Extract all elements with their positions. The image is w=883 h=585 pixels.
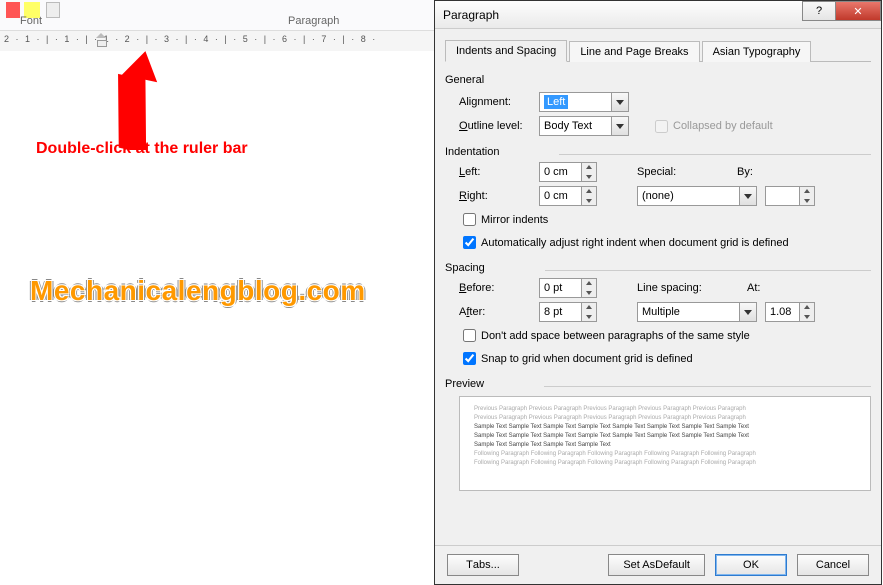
spinner-icon[interactable] bbox=[799, 303, 814, 321]
at-input[interactable]: 1.08 bbox=[765, 302, 815, 322]
document-page[interactable] bbox=[14, 170, 414, 570]
ok-button[interactable]: OK bbox=[715, 554, 787, 576]
chevron-down-icon[interactable] bbox=[739, 303, 756, 321]
title-bar[interactable]: Paragraph ? ✕ bbox=[435, 1, 881, 29]
mirror-indents-checkbox[interactable] bbox=[463, 213, 476, 226]
at-label: At: bbox=[747, 282, 797, 294]
paragraph-dialog: Paragraph ? ✕ Indents and Spacing Line a… bbox=[434, 0, 882, 585]
spinner-icon[interactable] bbox=[581, 163, 596, 181]
indent-right-input[interactable]: 0 cm bbox=[539, 186, 597, 206]
before-label: Before: bbox=[459, 282, 539, 294]
cancel-button[interactable]: Cancel bbox=[797, 554, 869, 576]
alignment-value: Left bbox=[544, 95, 568, 109]
after-input[interactable]: 8 pt bbox=[539, 302, 597, 322]
before-input[interactable]: 0 pt bbox=[539, 278, 597, 298]
annotation-callout: Double-click at the ruler bar bbox=[36, 140, 248, 158]
tab-line-page-breaks[interactable]: Line and Page Breaks bbox=[569, 41, 699, 62]
line-spacing-select[interactable]: Multiple bbox=[637, 302, 757, 322]
by-input[interactable] bbox=[765, 186, 815, 206]
line-spacing-value: Multiple bbox=[642, 306, 680, 318]
indent-marker-icon[interactable] bbox=[96, 33, 106, 47]
dont-add-space-checkbox[interactable] bbox=[463, 329, 476, 342]
auto-right-indent-checkbox[interactable] bbox=[463, 236, 476, 249]
dialog-button-bar: Tabs... Set As Default OK Cancel bbox=[435, 545, 881, 584]
ruler[interactable]: 2 · 1 · | · 1 · | · 1 · 2 · | · 3 · | · … bbox=[0, 31, 434, 51]
dont-add-space-label: Don't add space between paragraphs of th… bbox=[481, 330, 750, 342]
snap-grid-checkbox[interactable] bbox=[463, 352, 476, 365]
chevron-down-icon[interactable] bbox=[611, 117, 628, 135]
special-label: Special: bbox=[637, 166, 737, 178]
indent-right-label: Right: bbox=[459, 190, 539, 202]
close-button[interactable]: ✕ bbox=[835, 1, 881, 21]
alignment-select[interactable]: Left bbox=[539, 92, 629, 112]
dialog-tabs: Indents and Spacing Line and Page Breaks… bbox=[445, 37, 871, 62]
tab-indents-spacing[interactable]: Indents and Spacing bbox=[445, 40, 567, 62]
collapsed-label: Collapsed by default bbox=[673, 120, 773, 132]
font-color-swatch[interactable] bbox=[6, 2, 20, 18]
ribbon-bar: Font Paragraph bbox=[0, 0, 434, 31]
special-select[interactable]: (none) bbox=[637, 186, 757, 206]
word-editor-area: Font Paragraph 2 · 1 · | · 1 · | · 1 · 2… bbox=[0, 0, 434, 585]
set-default-button[interactable]: Set As Default bbox=[608, 554, 705, 576]
spinner-icon[interactable] bbox=[581, 279, 596, 297]
alignment-label: Alignment: bbox=[459, 96, 539, 108]
watermark-text: Mechanicalengblog.com bbox=[30, 275, 366, 307]
group-spacing: Spacing bbox=[445, 262, 485, 274]
outline-value: Body Text bbox=[544, 120, 592, 132]
preview-box: Previous Paragraph Previous Paragraph Pr… bbox=[459, 396, 871, 491]
chevron-down-icon[interactable] bbox=[739, 187, 756, 205]
spinner-icon[interactable] bbox=[581, 303, 596, 321]
tabs-button[interactable]: Tabs... bbox=[447, 554, 519, 576]
indent-left-input[interactable]: 0 cm bbox=[539, 162, 597, 182]
special-value: (none) bbox=[642, 190, 674, 202]
help-button[interactable]: ? bbox=[802, 1, 836, 21]
outline-label: Outline level: bbox=[459, 120, 539, 132]
toolbar-btn[interactable] bbox=[46, 2, 60, 18]
group-general: General bbox=[445, 74, 871, 86]
arrow-icon bbox=[105, 50, 165, 150]
collapsed-checkbox bbox=[655, 120, 668, 133]
after-label: After: bbox=[459, 306, 539, 318]
line-spacing-label: Line spacing: bbox=[637, 282, 747, 294]
dialog-title: Paragraph bbox=[443, 8, 499, 22]
tab-asian-typography[interactable]: Asian Typography bbox=[702, 41, 812, 62]
indent-left-label: Left: bbox=[459, 166, 539, 178]
outline-select[interactable]: Body Text bbox=[539, 116, 629, 136]
by-label: By: bbox=[737, 166, 797, 178]
mirror-indents-label: Mirror indents bbox=[481, 214, 548, 226]
snap-grid-label: Snap to grid when document grid is defin… bbox=[481, 353, 693, 365]
spinner-icon[interactable] bbox=[581, 187, 596, 205]
chevron-down-icon[interactable] bbox=[611, 93, 628, 111]
auto-right-indent-label: Automatically adjust right indent when d… bbox=[481, 237, 789, 249]
group-preview: Preview bbox=[445, 378, 484, 390]
spinner-icon[interactable] bbox=[799, 187, 814, 205]
group-indentation: Indentation bbox=[445, 146, 499, 158]
ribbon-group-font: Font bbox=[20, 15, 42, 27]
ruler-marks: 2 · 1 · | · 1 · | · 1 · 2 · | · 3 · | · … bbox=[4, 34, 377, 44]
ribbon-group-paragraph: Paragraph bbox=[288, 15, 339, 27]
